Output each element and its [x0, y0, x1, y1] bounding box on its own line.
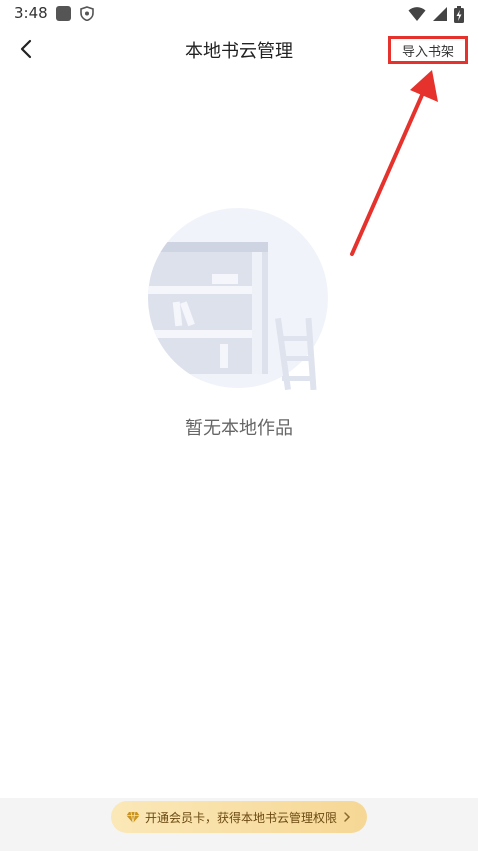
diamond-icon	[126, 811, 140, 824]
chevron-right-icon	[344, 812, 351, 822]
status-bar: 3:48	[0, 0, 478, 28]
status-time: 3:48	[14, 4, 48, 22]
import-to-bookshelf-button[interactable]: 导入书架	[388, 36, 468, 64]
vip-promo-text: 开通会员卡，获得本地书云管理权限	[144, 810, 337, 825]
battery-charging-icon	[454, 5, 464, 23]
empty-state-message: 暂无本地作品	[185, 418, 293, 439]
wifi-icon	[408, 7, 426, 21]
annotation-arrow	[350, 70, 438, 256]
shield-icon	[80, 6, 94, 21]
empty-bookshelf-illustration	[148, 208, 328, 391]
vip-membership-button[interactable]: 开通会员卡，获得本地书云管理权限	[111, 801, 367, 833]
status-indicators	[408, 5, 464, 23]
app-notification-icon	[56, 6, 71, 21]
bottom-promo-bar: 开通会员卡，获得本地书云管理权限	[0, 798, 478, 851]
signal-icon	[433, 7, 447, 21]
